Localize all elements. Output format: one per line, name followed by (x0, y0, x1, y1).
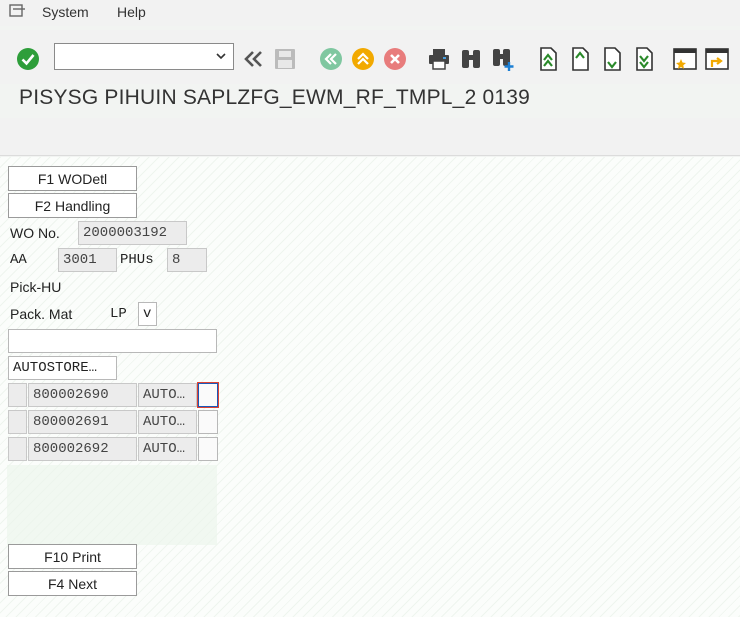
command-field[interactable] (54, 43, 234, 70)
shortcut-icon[interactable] (704, 46, 730, 72)
storage-field: AUTOSTORE… (8, 356, 117, 380)
location-cell: AUTO… (138, 437, 197, 461)
print-icon[interactable] (426, 46, 452, 72)
pack-mat-input[interactable]: v (138, 302, 157, 326)
first-page-icon[interactable] (534, 46, 560, 72)
next-page-icon[interactable] (598, 46, 624, 72)
row-selector[interactable] (8, 410, 27, 434)
row-checkbox[interactable] (198, 383, 218, 407)
cancel-icon[interactable] (382, 46, 408, 72)
exit-icon[interactable] (350, 46, 376, 72)
f10-print-button[interactable]: F10 Print (8, 544, 137, 569)
menu-help[interactable]: Help (117, 4, 146, 20)
hu-cell: 800002690 (28, 383, 137, 407)
last-page-icon[interactable] (630, 46, 656, 72)
row-checkbox[interactable] (198, 437, 218, 461)
location-cell: AUTO… (138, 383, 197, 407)
phus-label: PHUs (120, 252, 154, 268)
row-checkbox[interactable] (198, 410, 218, 434)
form-panel (7, 465, 217, 545)
command-input[interactable] (55, 44, 205, 69)
hu-cell: 800002692 (28, 437, 137, 461)
standard-toolbar (0, 30, 740, 84)
aa-field: 3001 (58, 248, 117, 272)
save-icon[interactable] (272, 46, 298, 72)
menu-bar: System Help (0, 0, 740, 26)
f1-wodetl-button[interactable]: F1 WODetl (8, 166, 137, 191)
prev-page-icon[interactable] (566, 46, 592, 72)
find-icon[interactable] (458, 46, 484, 72)
row-selector[interactable] (8, 437, 27, 461)
application-toolbar (0, 118, 740, 156)
back-icon[interactable] (240, 46, 266, 72)
f4-next-button[interactable]: F4 Next (8, 571, 137, 596)
location-cell: AUTO… (138, 410, 197, 434)
menu-icon[interactable] (9, 4, 27, 18)
chevron-down-icon[interactable] (215, 50, 227, 62)
pack-mat-code: LP (110, 306, 127, 322)
phus-field: 8 (167, 248, 207, 272)
pick-hu-label: Pick-HU (10, 279, 62, 295)
hu-cell: 800002691 (28, 410, 137, 434)
nav-back-icon[interactable] (318, 46, 344, 72)
find-next-icon[interactable] (490, 46, 516, 72)
aa-label: AA (10, 252, 27, 268)
new-session-icon[interactable] (672, 46, 698, 72)
row-selector[interactable] (8, 383, 27, 407)
menu-system[interactable]: System (42, 4, 89, 20)
wo-number-label: WO No. (10, 225, 60, 241)
enter-icon[interactable] (15, 46, 41, 72)
pack-mat-label: Pack. Mat (10, 306, 73, 322)
scan-input[interactable] (8, 329, 217, 353)
f2-handling-button[interactable]: F2 Handling (8, 193, 137, 218)
wo-number-field: 2000003192 (78, 221, 187, 245)
page-title: PISYSG PIHUIN SAPLZFG_EWM_RF_TMPL_2 0139 (19, 86, 530, 109)
